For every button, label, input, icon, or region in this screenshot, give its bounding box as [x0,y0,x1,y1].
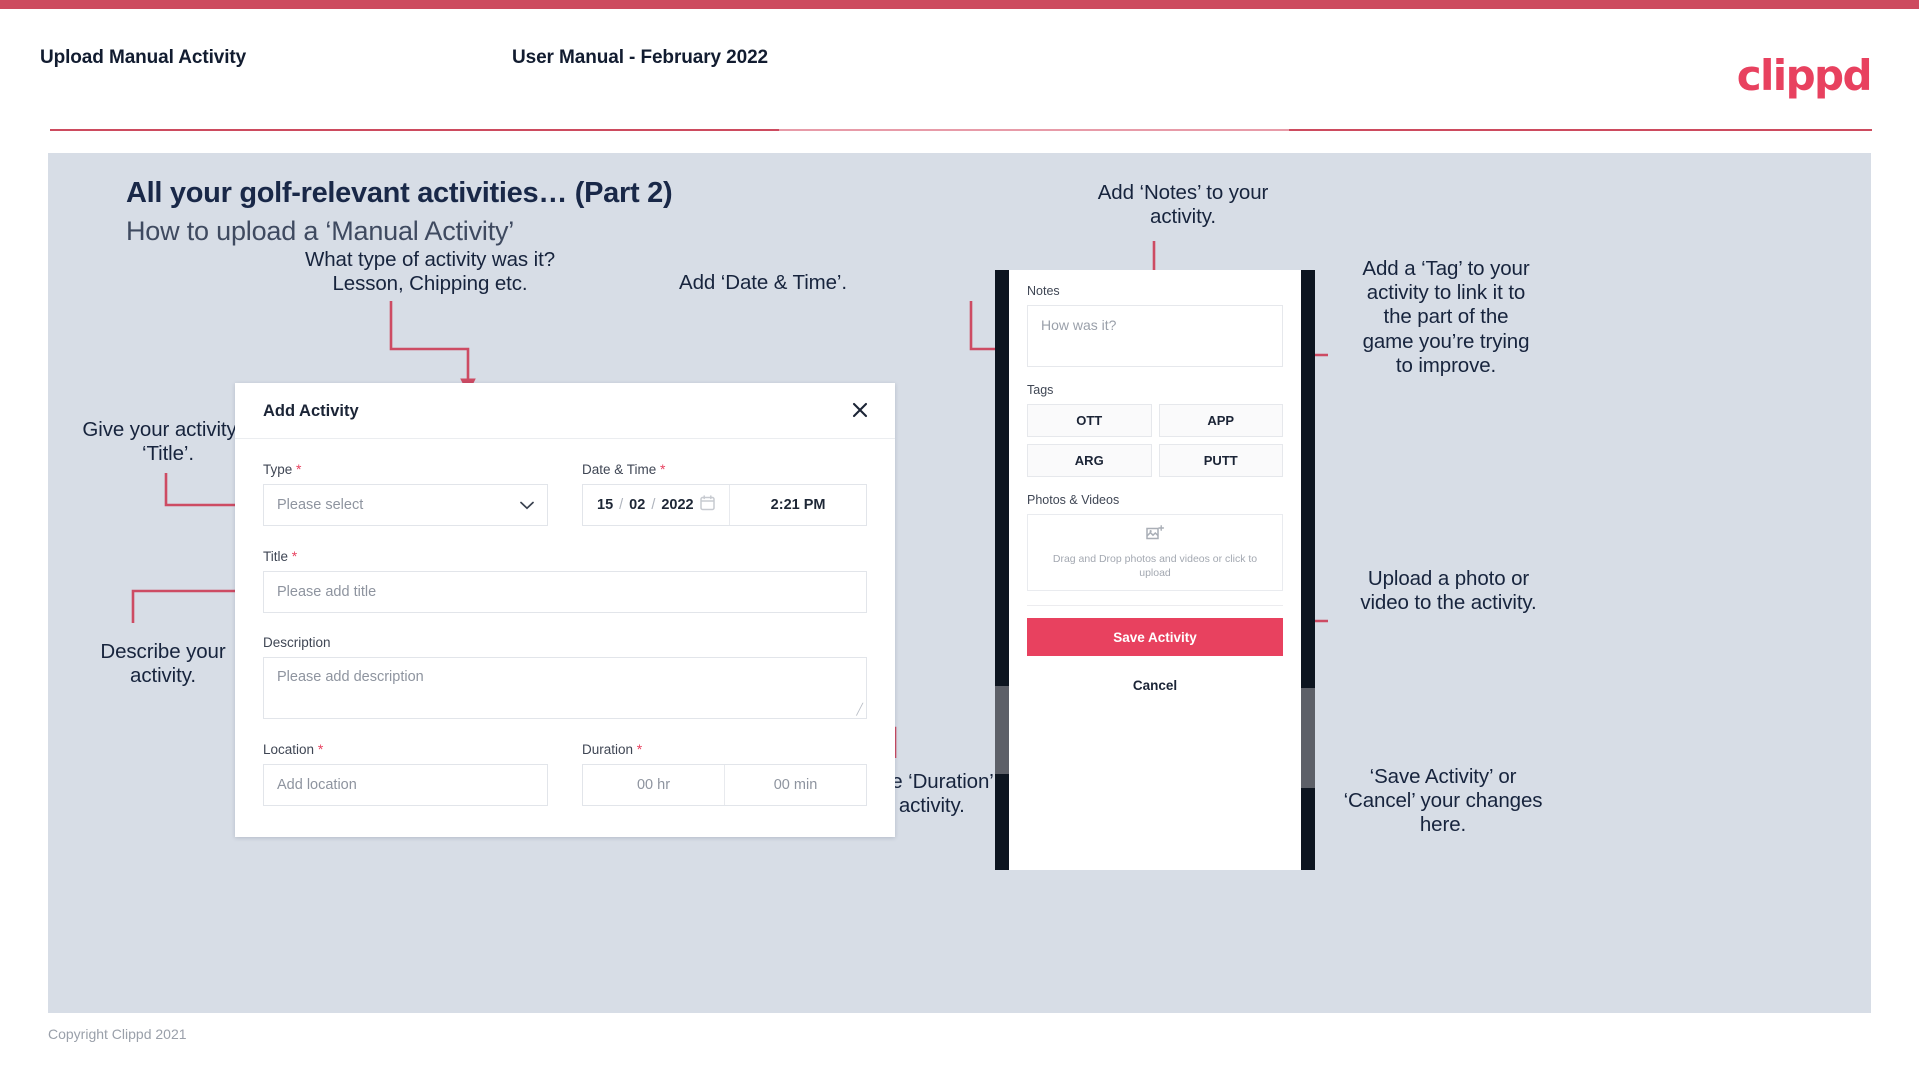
description-textarea[interactable]: Please add description ╱ [263,657,867,719]
location-label-text: Location [263,742,315,757]
row-location-duration: Location * Add location Duration * 00 hr… [263,741,867,806]
duration-control: 00 hr 00 min [582,764,867,806]
dropzone-text: Drag and Drop photos and videos or click… [1052,552,1258,579]
dialog-body: Type * Please select Date & Time * 15 / … [235,439,895,806]
chevron-down-icon [520,498,534,513]
field-description: Description Please add description ╱ [263,635,867,719]
location-input[interactable]: Add location [263,764,548,806]
annotation-datetime: Add ‘Date & Time’. [679,271,847,294]
phone-mockup: Notes How was it? Tags OTT APP ARG PUTT … [995,270,1315,870]
field-title: Title * Please add title [263,548,867,613]
date-day: 15 [597,497,614,513]
cancel-button[interactable]: Cancel [1027,678,1283,693]
annotation-tags: Add a ‘Tag’ to your activity to link it t… [1362,257,1530,377]
location-placeholder: Add location [277,777,357,793]
slide-canvas: All your golf-relevant activities… (Part… [48,153,1871,1013]
title-placeholder: Please add title [277,584,377,600]
phone-volume-button [995,686,1009,774]
slide-heading: All your golf-relevant activities… (Part… [126,177,673,209]
field-datetime: Date & Time * 15 / 02 / 2022 2:21 PM [582,461,867,526]
field-type: Type * Please select [263,461,548,526]
upload-dropzone[interactable]: Drag and Drop photos and videos or click… [1027,514,1283,591]
page-title: Upload Manual Activity [40,47,247,68]
phone-power-button [1301,688,1315,788]
tags-grid: OTT APP ARG PUTT [1027,404,1283,477]
dialog-title: Add Activity [263,402,359,420]
phone-screen: Notes How was it? Tags OTT APP ARG PUTT … [1009,270,1301,870]
add-image-icon [1145,524,1165,547]
footer-copyright: Copyright Clippd 2021 [48,1026,187,1042]
duration-label-text: Duration [582,742,634,757]
header-divider [50,129,1872,131]
resize-handle-icon[interactable]: ╱ [856,703,863,716]
row-type-datetime: Type * Please select Date & Time * 15 / … [263,461,867,526]
annotation-upload: Upload a photo or video to the activity. [1360,567,1537,615]
tag-button-app[interactable]: APP [1158,404,1283,437]
add-activity-dialog: Add Activity Type * Please select Date &… [235,383,895,837]
notes-textarea[interactable]: How was it? [1027,305,1283,367]
required-marker: * [636,741,643,757]
document-subtitle: User Manual - February 2022 [512,47,769,68]
tag-button-putt[interactable]: PUTT [1158,444,1283,477]
notes-label: Notes [1027,284,1060,298]
date-separator: / [651,497,656,513]
datetime-control: 15 / 02 / 2022 2:21 PM [582,484,867,526]
type-placeholder: Please select [277,497,364,513]
time-input[interactable]: 2:21 PM [730,485,866,525]
title-input[interactable]: Please add title [263,571,867,613]
tag-button-ott[interactable]: OTT [1027,404,1152,437]
datetime-label-text: Date & Time [582,462,657,477]
title-label-text: Title [263,549,289,564]
tag-button-arg[interactable]: ARG [1027,444,1152,477]
type-select[interactable]: Please select [263,484,548,526]
field-duration: Duration * 00 hr 00 min [582,741,867,806]
required-marker: * [317,741,324,757]
date-separator: / [619,497,624,513]
description-placeholder: Please add description [277,669,424,685]
notes-placeholder: How was it? [1041,317,1117,333]
location-label: Location * [263,741,548,757]
type-label-text: Type [263,462,293,477]
title-label: Title * [263,548,867,564]
calendar-icon[interactable] [700,495,715,515]
required-marker: * [296,461,302,477]
page-header: Upload Manual Activity User Manual - Feb… [0,9,1919,131]
phone-left-edge [995,270,1009,870]
photos-videos-label: Photos & Videos [1027,493,1120,507]
annotation-save-cancel: ‘Save Activity’ or ‘Cancel’ your changes h… [1343,765,1543,837]
annotation-notes: Add ‘Notes’ to your activity. [1097,181,1269,229]
date-year: 2022 [661,497,694,513]
phone-right-edge [1301,270,1315,870]
description-label: Description [263,635,331,650]
top-accent-bar [0,0,1919,9]
duration-label: Duration * [582,741,867,757]
tags-label: Tags [1027,383,1054,397]
duration-minutes-input[interactable]: 00 min [725,765,866,805]
date-month: 02 [629,497,646,513]
slide-subheading: How to upload a ‘Manual Activity’ [126,216,515,246]
duration-hours-input[interactable]: 00 hr [583,765,725,805]
phone-content: Notes How was it? Tags OTT APP ARG PUTT … [1009,270,1301,693]
required-marker: * [660,461,666,477]
clippd-logo: clippd [1736,51,1873,100]
save-activity-button[interactable]: Save Activity [1027,618,1283,656]
field-location: Location * Add location [263,741,548,806]
date-input[interactable]: 15 / 02 / 2022 [583,485,731,525]
datetime-label: Date & Time * [582,461,867,477]
type-label: Type * [263,461,548,477]
dialog-header: Add Activity [235,383,895,439]
required-marker: * [291,548,298,564]
annotation-type: What type of activity was it? Lesson, Chi… [304,248,556,296]
close-icon[interactable] [847,397,873,423]
phone-divider [1027,605,1283,606]
